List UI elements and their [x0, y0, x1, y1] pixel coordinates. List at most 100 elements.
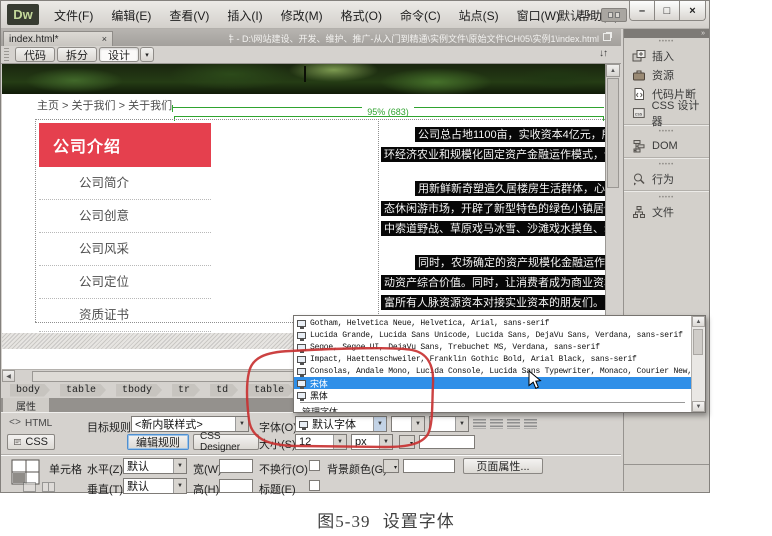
- panel-drag-handle[interactable]: •••••: [624, 38, 709, 46]
- minimize-button[interactable]: –: [630, 1, 655, 20]
- html-mode-toggle[interactable]: <> HTML: [9, 418, 52, 429]
- target-rule-select[interactable]: <新内联样式> ▼: [131, 416, 249, 432]
- text-line[interactable]: 用新鲜新奇塑造久居楼房生活群体，心中向往的田园养生休闲生活。为周六日及小长假30…: [415, 181, 605, 196]
- css-mode-toggle[interactable]: CSS: [7, 434, 55, 450]
- code-view-button[interactable]: 代码: [15, 47, 55, 62]
- tab-close-icon[interactable]: ×: [102, 34, 107, 44]
- font-option[interactable]: Impact, Haettenschweiler, Franklin Gothi…: [294, 353, 691, 365]
- menu-modify[interactable]: 修改(M): [272, 7, 332, 24]
- align-left-icon[interactable]: [473, 419, 486, 429]
- menu-edit[interactable]: 编辑(E): [102, 7, 160, 24]
- properties-panel-tab[interactable]: 属性: [3, 398, 49, 412]
- tag-table-2[interactable]: table: [248, 384, 294, 397]
- bgcolor-picker[interactable]: ▾: [383, 459, 399, 473]
- panel-tab-behaviors[interactable]: 行为: [624, 169, 709, 188]
- text-line[interactable]: 动资产综合价值。同时，让消费者成为商业资本的拥有者，在消费中创富。让利润和股权还…: [381, 275, 605, 290]
- menu-format[interactable]: 格式(O): [332, 7, 391, 24]
- text-line[interactable]: 中索道野战、草原戏马冰雪、沙滩戏水摸鱼、动物散养垂钓、会议团建拓展等综合生态休闲…: [381, 221, 605, 236]
- tab-index-html[interactable]: index.html* ×: [3, 31, 113, 46]
- horizontal-scroll-thumb[interactable]: [32, 371, 304, 382]
- tag-tbody-1[interactable]: tbody: [116, 384, 162, 397]
- menu-insert[interactable]: 插入(I): [218, 7, 271, 24]
- scroll-up-icon[interactable]: ▲: [692, 316, 705, 327]
- page-properties-button[interactable]: 页面属性...: [463, 458, 543, 474]
- edit-rule-button[interactable]: 编辑规则: [127, 434, 189, 450]
- text-line[interactable]: 富所有人脉资源资本对接实业资本的朋友们。: [381, 295, 605, 310]
- text-color-picker[interactable]: ▾: [399, 435, 415, 449]
- menu-item-profile[interactable]: 公司简介: [39, 167, 211, 200]
- font-option[interactable]: Consolas, Andale Mono, Lucida Console, L…: [294, 365, 691, 377]
- header-checkbox[interactable]: [309, 480, 320, 491]
- panel-tab-assets[interactable]: 资源: [624, 65, 709, 84]
- collapse-panels-icon[interactable]: »: [701, 30, 705, 37]
- design-view-button[interactable]: 设计: [99, 47, 139, 62]
- dropdown-scroll-thumb[interactable]: [693, 329, 703, 355]
- css-designer-button[interactable]: CSS Designer: [193, 434, 259, 450]
- vertical-scroll-thumb[interactable]: [607, 78, 619, 188]
- scroll-down-icon[interactable]: ▼: [692, 401, 705, 412]
- tag-tr-1[interactable]: tr: [172, 384, 200, 397]
- manage-fonts-option[interactable]: 管理字体...: [294, 405, 691, 412]
- font-option[interactable]: Lucida Grande, Lucida Sans Unicode, Luci…: [294, 329, 691, 341]
- panel-tab-dom[interactable]: DOM: [624, 136, 709, 155]
- company-intro-header[interactable]: 公司介绍: [39, 123, 211, 167]
- tag-table-1[interactable]: table: [60, 384, 106, 397]
- dropdown-scrollbar[interactable]: ▲ ▼: [691, 316, 705, 412]
- scroll-sync-icon[interactable]: ↓↑: [599, 48, 607, 59]
- maximize-button[interactable]: □: [655, 1, 680, 20]
- text-line[interactable]: 公司总占地1100亩，实收资本4亿元，所有者权益6.23亿元，现有资产总额6.7…: [415, 127, 605, 142]
- cell-width-input[interactable]: [219, 459, 253, 473]
- text-line[interactable]: 同时，农场确定的资产规模化金融运作理念，推动资产运营的快速成长和增值，完全颠覆传…: [415, 255, 605, 270]
- font-style-select[interactable]: ▼: [429, 416, 469, 432]
- design-view-dropdown-icon[interactable]: ▾: [140, 47, 154, 62]
- merge-cells-icon[interactable]: [23, 482, 36, 492]
- panel-drag-handle[interactable]: •••••: [624, 194, 709, 202]
- menu-file[interactable]: 文件(F): [45, 7, 102, 24]
- panel-tab-files[interactable]: 文件: [624, 202, 709, 221]
- restore-document-icon[interactable]: [603, 33, 611, 41]
- font-option-songti-selected[interactable]: 宋体: [294, 377, 691, 389]
- close-button[interactable]: ×: [680, 1, 705, 20]
- font-size-select[interactable]: 12 ▼: [295, 434, 347, 450]
- scroll-left-icon[interactable]: ◀: [2, 370, 15, 382]
- align-justify-icon[interactable]: [524, 419, 537, 429]
- size-unit-select[interactable]: px ▼: [351, 434, 393, 450]
- font-weight-select[interactable]: ▼: [391, 416, 425, 432]
- font-option[interactable]: Gotham, Helvetica Neue, Helvetica, Arial…: [294, 317, 691, 329]
- tag-body[interactable]: body: [10, 384, 50, 397]
- panel-tab-css-designer[interactable]: css CSS 设计器: [624, 103, 709, 122]
- toolbar-grip[interactable]: [4, 48, 9, 61]
- menu-item-certificate[interactable]: 资质证书: [39, 299, 211, 332]
- text-line[interactable]: 态休闲游市场，开辟了新型特色的绿色小镇居住、水岸丛林烧烤、田园采摘美食、自然野趣…: [381, 201, 605, 216]
- panel-drag-handle[interactable]: •••••: [624, 161, 709, 169]
- text-line[interactable]: 环经济农业和规模化固定资产金融运作模式，创意打造与城市极大反差的纯生态乡趣野趣为…: [381, 147, 605, 162]
- text-color-input[interactable]: [419, 435, 475, 449]
- align-right-icon[interactable]: [507, 419, 520, 429]
- menu-site[interactable]: 站点(S): [450, 7, 508, 24]
- panel-tab-insert[interactable]: 插入: [624, 46, 709, 65]
- vertical-align-select[interactable]: 默认 ▼: [123, 478, 187, 494]
- font-family-select[interactable]: 默认字体 ▼: [295, 416, 387, 432]
- menu-view[interactable]: 查看(V): [160, 7, 218, 24]
- align-center-icon[interactable]: [490, 419, 503, 429]
- menu-item-style[interactable]: 公司风采: [39, 233, 211, 266]
- workspace-switcher[interactable]: 默认 ▾: [558, 7, 591, 24]
- font-option[interactable]: Segoe, Segoe UI, DejaVu Sans, Trebuchet …: [294, 341, 691, 353]
- app-badge-icon[interactable]: [601, 8, 627, 22]
- tag-td[interactable]: td: [210, 384, 238, 397]
- menu-item-creative[interactable]: 公司创意: [39, 200, 211, 233]
- menu-item-position[interactable]: 公司定位: [39, 266, 211, 299]
- selected-text-block[interactable]: 公司总占地1100亩，实收资本4亿元，所有者权益6.23亿元，现有资产总额6.7…: [381, 127, 605, 322]
- font-option-heiti[interactable]: 黑体: [294, 389, 691, 401]
- nowrap-checkbox[interactable]: [309, 460, 320, 471]
- menu-commands[interactable]: 命令(C): [391, 7, 450, 24]
- scroll-up-icon[interactable]: ▲: [606, 64, 620, 77]
- dreamweaver-logo-icon[interactable]: Dw: [7, 4, 39, 25]
- split-view-button[interactable]: 拆分: [57, 47, 97, 62]
- bgcolor-input[interactable]: [403, 459, 455, 473]
- breadcrumb[interactable]: 主页 > 关于我们 > 关于我们: [37, 97, 172, 113]
- cell-height-input[interactable]: [219, 479, 253, 493]
- horizontal-align-select[interactable]: 默认 ▼: [123, 458, 187, 474]
- split-cell-icon[interactable]: [42, 482, 55, 492]
- panel-drag-handle[interactable]: •••••: [624, 128, 709, 136]
